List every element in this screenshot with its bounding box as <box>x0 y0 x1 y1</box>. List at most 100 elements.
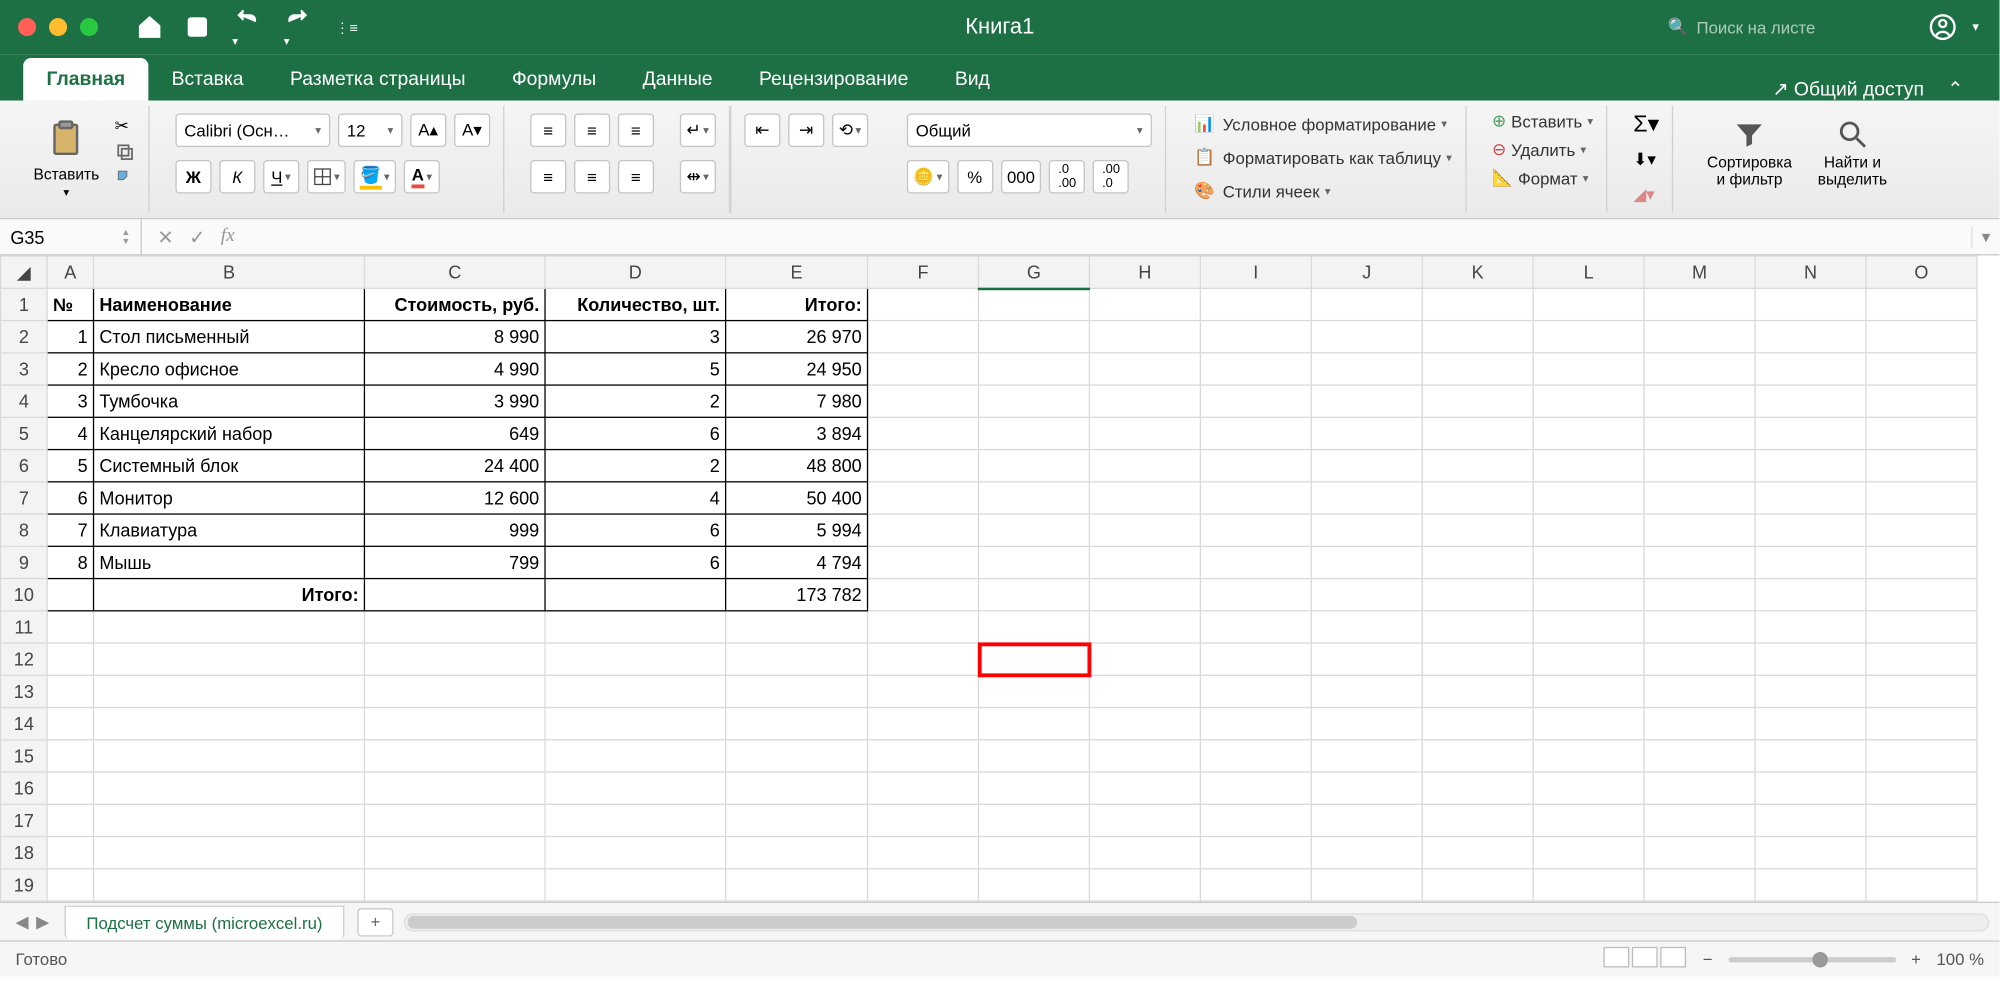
bold-button[interactable]: Ж <box>175 160 211 194</box>
cell[interactable]: 3 990 <box>364 385 545 417</box>
tab-page-layout[interactable]: Разметка страницы <box>267 58 489 101</box>
col-header-I[interactable]: I <box>1200 256 1311 288</box>
font-family-select[interactable]: Calibri (Осн…▾ <box>175 114 330 148</box>
increase-decimal-button[interactable]: .0.00 <box>1049 160 1085 194</box>
cell[interactable]: 799 <box>364 546 545 578</box>
col-header-G[interactable]: G <box>978 256 1089 288</box>
format-cells-button[interactable]: 📐Формат▾ <box>1492 168 1593 189</box>
cell[interactable]: 4 <box>545 482 726 514</box>
cell[interactable]: Стол письменный <box>94 321 365 353</box>
cell[interactable]: 3 <box>545 321 726 353</box>
col-header-M[interactable]: M <box>1644 256 1755 288</box>
cell[interactable]: 8 <box>47 546 93 578</box>
zoom-in-button[interactable]: + <box>1911 949 1921 968</box>
cell[interactable]: 7 980 <box>726 385 868 417</box>
conditional-formatting-button[interactable]: 📊Условное форматирование▾ <box>1192 111 1452 137</box>
cell[interactable]: 649 <box>364 417 545 449</box>
name-box[interactable]: G35 ▲▼ <box>0 219 142 254</box>
cell[interactable]: 4 794 <box>726 546 868 578</box>
row-header[interactable]: 7 <box>1 482 47 514</box>
row-header[interactable]: 17 <box>1 804 47 836</box>
collapse-ribbon-icon[interactable]: ⌃ <box>1947 77 1963 100</box>
copy-icon[interactable] <box>115 142 136 163</box>
row-header[interactable]: 6 <box>1 450 47 482</box>
cell[interactable]: Наименование <box>94 288 365 320</box>
col-header-F[interactable]: F <box>868 256 979 288</box>
formula-input[interactable] <box>250 219 1971 254</box>
font-color-button[interactable]: A▾ <box>404 160 440 194</box>
confirm-formula-icon[interactable]: ✓ <box>189 225 205 248</box>
row-header[interactable]: 9 <box>1 546 47 578</box>
col-header-H[interactable]: H <box>1089 256 1200 288</box>
format-painter-icon[interactable] <box>115 168 136 189</box>
cell[interactable]: 2 <box>545 450 726 482</box>
col-header-K[interactable]: K <box>1422 256 1533 288</box>
col-header-E[interactable]: E <box>726 256 868 288</box>
currency-button[interactable]: 🪙▾ <box>907 160 949 194</box>
cell[interactable]: 26 970 <box>726 321 868 353</box>
cell[interactable]: 6 <box>545 417 726 449</box>
col-header-A[interactable]: A <box>47 256 93 288</box>
row-header[interactable]: 1 <box>1 288 47 320</box>
search-input[interactable]: 🔍 Поиск на листе <box>1655 14 1913 40</box>
cell[interactable]: Мышь <box>94 546 365 578</box>
tab-home[interactable]: Главная <box>23 58 148 101</box>
font-size-select[interactable]: 12▾ <box>338 114 403 148</box>
wrap-text-button[interactable]: ↵▾ <box>680 114 716 148</box>
paste-button[interactable]: Вставить▾ <box>26 111 107 205</box>
cell[interactable]: 6 <box>545 514 726 546</box>
maximize-window-button[interactable] <box>80 18 98 36</box>
dropdown-icon[interactable]: ▾ <box>1972 20 1978 34</box>
tab-formulas[interactable]: Формулы <box>489 58 620 101</box>
minimize-window-button[interactable] <box>49 18 67 36</box>
col-header-C[interactable]: C <box>364 256 545 288</box>
cell[interactable]: Кресло офисное <box>94 353 365 385</box>
decrease-font-button[interactable]: A▾ <box>454 114 490 148</box>
user-icon[interactable] <box>1929 13 1957 41</box>
insert-cells-button[interactable]: ⊕Вставить▾ <box>1492 111 1593 132</box>
select-all-corner[interactable]: ◢ <box>1 256 47 288</box>
cell[interactable]: 5 <box>545 353 726 385</box>
cell[interactable]: 8 990 <box>364 321 545 353</box>
cell[interactable]: Клавиатура <box>94 514 365 546</box>
cell[interactable]: 7 <box>47 514 93 546</box>
tab-review[interactable]: Рецензирование <box>736 58 932 101</box>
cell[interactable]: 1 <box>47 321 93 353</box>
increase-font-button[interactable]: A▴ <box>410 114 446 148</box>
cell[interactable]: Итого: <box>726 288 868 320</box>
zoom-out-button[interactable]: − <box>1703 949 1713 968</box>
close-window-button[interactable] <box>18 18 36 36</box>
tab-data[interactable]: Данные <box>619 58 735 101</box>
cell[interactable]: 6 <box>47 482 93 514</box>
cell[interactable]: 5 <box>47 450 93 482</box>
row-header[interactable]: 4 <box>1 385 47 417</box>
sheet-next-icon[interactable]: ▶ <box>36 911 49 932</box>
col-header-J[interactable]: J <box>1311 256 1422 288</box>
fill-color-button[interactable]: 🪣▾ <box>354 160 396 194</box>
row-header[interactable]: 16 <box>1 772 47 804</box>
cell[interactable]: 24 400 <box>364 450 545 482</box>
cell[interactable]: Монитор <box>94 482 365 514</box>
fx-icon[interactable]: fx <box>221 225 235 248</box>
cell[interactable]: Стоимость, руб. <box>364 288 545 320</box>
cell[interactable]: 173 782 <box>726 579 868 611</box>
increase-indent-button[interactable]: ⇥ <box>788 114 824 148</box>
cell[interactable]: 2 <box>47 353 93 385</box>
add-sheet-button[interactable]: + <box>357 908 393 936</box>
cell-styles-button[interactable]: 🎨Стили ячеек▾ <box>1192 178 1452 204</box>
row-header[interactable]: 2 <box>1 321 47 353</box>
cell[interactable]: 3 <box>47 385 93 417</box>
sort-filter-button[interactable]: Сортировка и фильтр <box>1699 111 1799 194</box>
row-header[interactable]: 15 <box>1 740 47 772</box>
cell[interactable]: 3 894 <box>726 417 868 449</box>
row-header[interactable]: 19 <box>1 869 47 901</box>
cell[interactable]: № <box>47 288 93 320</box>
zoom-level[interactable]: 100 % <box>1936 949 1984 968</box>
save-icon[interactable] <box>186 15 209 38</box>
cell[interactable]: Количество, шт. <box>545 288 726 320</box>
row-header[interactable]: 5 <box>1 417 47 449</box>
col-header-N[interactable]: N <box>1755 256 1866 288</box>
sheet-tab[interactable]: Подсчет суммы (microexcel.ru) <box>65 905 345 939</box>
col-header-B[interactable]: B <box>94 256 365 288</box>
cell[interactable]: 5 994 <box>726 514 868 546</box>
